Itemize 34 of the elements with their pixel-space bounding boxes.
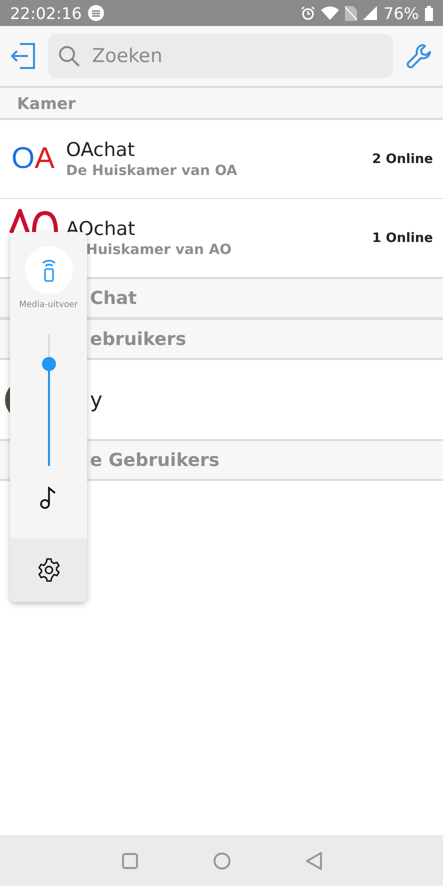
wrench-icon[interactable] — [405, 42, 433, 70]
home-icon[interactable] — [212, 852, 230, 870]
signal-icon — [363, 6, 378, 20]
search-field[interactable]: Zoeken — [48, 34, 393, 78]
online-count: 2 Online — [372, 152, 433, 166]
room-logo: OA — [10, 142, 56, 176]
section-title: e Gebruikers — [90, 450, 220, 470]
slider-thumb[interactable] — [42, 357, 56, 372]
settings-icon — [36, 558, 60, 582]
online-count: 1 Online — [372, 230, 433, 246]
section-title: ebruikers — [90, 328, 186, 350]
room-name: OAchat — [66, 139, 136, 161]
user-name: y — [90, 388, 102, 412]
battery-percentage: 76% — [383, 4, 419, 22]
section-title: Chat — [90, 288, 137, 308]
section-title: Kamer — [17, 94, 76, 112]
wifi-icon — [321, 6, 340, 20]
no-sim-icon — [345, 6, 358, 20]
logo-icon — [8, 209, 58, 233]
phone-signal-icon — [40, 258, 56, 282]
stack-icon — [88, 5, 104, 21]
music-note-icon — [38, 486, 58, 510]
recents-icon[interactable] — [122, 852, 138, 868]
output-button[interactable] — [24, 246, 72, 294]
back-icon[interactable] — [306, 852, 322, 870]
logout-icon[interactable] — [10, 42, 36, 70]
alarm-icon — [301, 6, 316, 20]
room-subtitle: De Huiskamer van OA — [66, 163, 238, 179]
settings-button[interactable] — [10, 538, 87, 602]
clock: 22:02:16 — [10, 4, 82, 22]
room-subtitle: Huiskamer van AO — [86, 242, 233, 258]
battery-icon — [425, 6, 433, 20]
output-label: Media-uitvoer — [19, 300, 78, 310]
search-icon — [58, 45, 80, 67]
